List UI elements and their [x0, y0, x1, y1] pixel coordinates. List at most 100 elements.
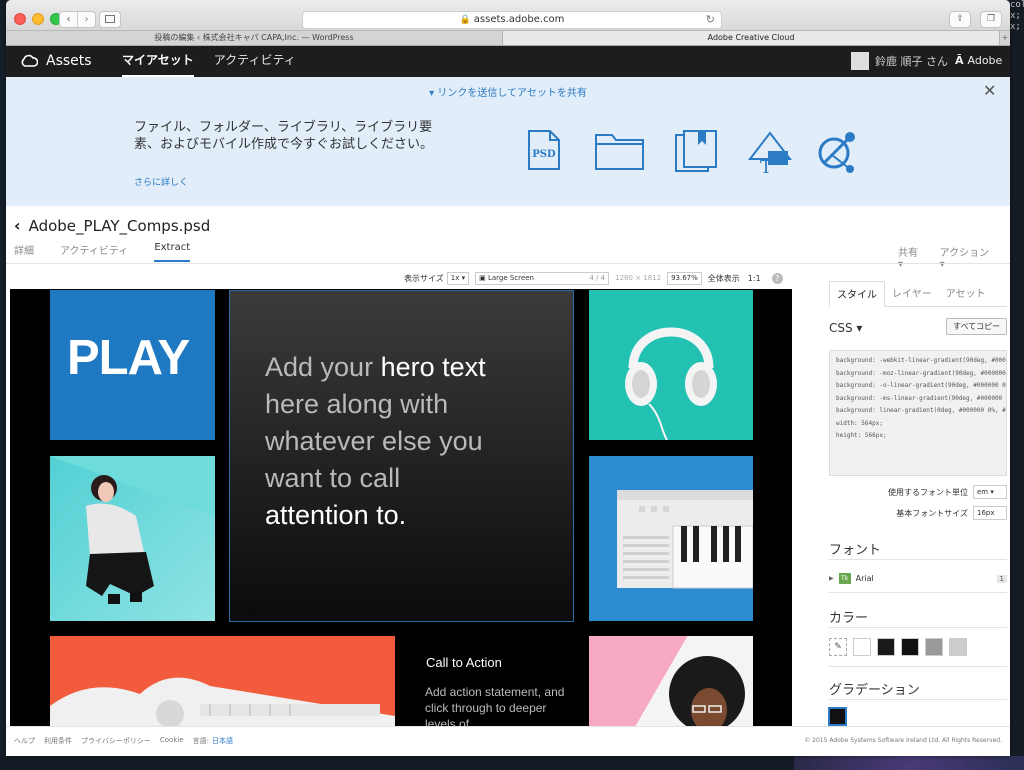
nav-my-assets[interactable]: マイアセット	[122, 46, 194, 77]
new-tab-icon[interactable]: +	[1000, 31, 1010, 45]
show-tabs-icon[interactable]: ❐	[980, 11, 1002, 28]
fonts-heading: フォント	[829, 543, 882, 558]
actual-size-button[interactable]: 1:1	[748, 274, 761, 283]
app-logo[interactable]: Assets	[20, 53, 92, 69]
person-photo	[669, 656, 745, 726]
scale-select[interactable]: 1x ▾	[446, 271, 470, 285]
actions-menu[interactable]: アクション ▾	[940, 244, 996, 270]
color-swatch[interactable]	[853, 638, 871, 656]
color-swatches: ✎	[829, 638, 973, 656]
hero-text: Add your hero text here along with whate…	[265, 349, 565, 534]
keyboard-card[interactable]	[589, 456, 754, 621]
help-link[interactable]: ヘルプ	[14, 736, 35, 746]
promo-banner: ▾ リンクを送信してアセットを共有 ✕ ファイル、フォルダー、ライブラリ、ライブ…	[6, 77, 1010, 206]
scale-value: 1x	[450, 273, 460, 282]
cta-card[interactable]: Call to Action Add action statement, and…	[410, 636, 574, 726]
tab-creative-cloud[interactable]: Adobe Creative Cloud	[503, 31, 1000, 45]
folder-icon	[595, 134, 644, 170]
css-code-box[interactable]: background: -webkit-linear-gradient(90de…	[829, 350, 1007, 476]
color-swatch[interactable]	[877, 638, 895, 656]
share-menu[interactable]: 共有 ▾	[898, 244, 926, 270]
base-size-input[interactable]: 16px	[973, 506, 1007, 520]
file-header: ‹ Adobe_PLAY_Comps.psd	[14, 216, 210, 235]
color-swatch[interactable]	[925, 638, 943, 656]
copy-all-button[interactable]: すべてコピー	[946, 318, 1008, 335]
extract-toolbar: 表示サイズ 1x ▾ ▣ Large Screen 4 / 4 1280 × 1…	[404, 271, 783, 285]
font-item[interactable]: ▶ Tk Arial 1	[829, 573, 1007, 584]
privacy-link[interactable]: プライバシーポリシー	[81, 736, 151, 746]
terms-link[interactable]: 利用条件	[44, 736, 72, 746]
gradient-swatch[interactable]	[828, 707, 847, 726]
css-line: width: 564px;	[836, 419, 883, 427]
hero-card[interactable]: Add your hero text here along with whate…	[229, 290, 574, 622]
address-bar[interactable]: 🔒 assets.adobe.com ↻	[302, 11, 722, 29]
tab-details[interactable]: 詳細	[14, 242, 34, 262]
tab-wordpress[interactable]: 投稿の編集 ‹ 株式会社キャパ CAPA,Inc. — WordPress	[6, 31, 503, 45]
adobe-logo-icon: Ā	[955, 54, 964, 67]
tab-style[interactable]: スタイル	[829, 281, 885, 307]
typekit-icon: Tk	[838, 573, 851, 584]
forward-icon[interactable]: ›	[78, 12, 95, 27]
psd-file-icon: PSD	[528, 130, 560, 170]
css-line: background: -o-linear-gradient(90deg, #0…	[836, 382, 1006, 389]
promo-message: ファイル、フォルダー、ライブラリ、ライブラリ要素、およびモバイル作成で今すぐお試…	[134, 120, 434, 152]
artboard-name: Large Screen	[487, 273, 534, 282]
mobile-creation-icon	[818, 132, 855, 173]
window-close-button[interactable]	[14, 13, 26, 25]
font-unit-select[interactable]: em ▾	[973, 485, 1007, 499]
tab-activity[interactable]: アクティビティ	[60, 242, 128, 262]
font-name: Arial	[855, 574, 874, 583]
adobe-link[interactable]: Ā Adobe	[955, 54, 1002, 67]
file-title: Adobe_PLAY_Comps.psd	[28, 216, 211, 235]
divider	[6, 263, 1010, 264]
css-format-select[interactable]: CSS ▾	[829, 321, 862, 335]
share-icon[interactable]: ⇪	[949, 11, 971, 28]
share-link[interactable]: ▾ リンクを送信してアセットを共有	[6, 84, 1010, 99]
panel-tabs: スタイル レイヤー アセット	[829, 281, 1007, 307]
divider	[829, 592, 1007, 593]
nav-activity[interactable]: アクティビティ	[214, 46, 296, 77]
guitar-card[interactable]	[50, 636, 395, 726]
desktop-code-snippet: color: #999999; x; x;	[1010, 0, 1024, 32]
headphones-card[interactable]	[589, 290, 753, 441]
reload-icon[interactable]: ↻	[706, 12, 715, 28]
portrait-card[interactable]	[50, 456, 215, 621]
user-name: 鈴鹿 順子 さん	[875, 55, 948, 68]
tab-assets[interactable]: アセット	[939, 281, 993, 306]
tab-extract[interactable]: Extract	[154, 242, 191, 262]
font-unit-row: 使用するフォント単位 em ▾	[856, 485, 1007, 499]
help-icon[interactable]: ?	[771, 272, 783, 284]
back-icon[interactable]: ‹	[60, 12, 78, 27]
play-logo-card[interactable]: PLAY	[50, 290, 215, 440]
colors-heading: カラー	[829, 611, 869, 626]
play-text: PLAY	[67, 331, 190, 385]
person-card[interactable]	[589, 636, 753, 726]
expand-icon[interactable]: ▶	[829, 575, 834, 582]
desktop-wallpaper	[794, 756, 1024, 770]
zoom-field[interactable]: 93.67%	[667, 271, 702, 285]
fit-all-button[interactable]: 全体表示	[708, 273, 740, 284]
back-chevron-icon[interactable]: ‹	[14, 216, 21, 235]
avatar	[851, 52, 869, 70]
app-header: Assets マイアセット アクティビティ 鈴鹿 順子 さん Ā Adobe	[6, 46, 1010, 77]
color-swatch[interactable]	[949, 638, 967, 656]
svg-text:T: T	[760, 157, 772, 175]
language-link[interactable]: 日本語	[212, 736, 233, 746]
browser-window: ‹ › 🔒 assets.adobe.com ↻ ⇪ ❐ 投稿の編集 ‹ 株式会社…	[6, 0, 1010, 756]
eyedropper-icon[interactable]: ✎	[829, 638, 847, 656]
learn-more-link[interactable]: さらに詳しく	[134, 175, 188, 188]
sidebar-toggle-button[interactable]	[99, 11, 121, 28]
close-icon[interactable]: ✕	[983, 81, 996, 100]
guitar-image	[50, 677, 395, 726]
psd-canvas[interactable]: PLAY Add your hero text here along with …	[10, 289, 792, 726]
user-menu[interactable]: 鈴鹿 順子 さん	[851, 52, 948, 70]
file-tabs: 詳細 アクティビティ Extract	[14, 242, 216, 262]
color-swatch[interactable]	[901, 638, 919, 656]
hero-dim-text: want to call	[265, 463, 401, 493]
tab-layers[interactable]: レイヤー	[885, 281, 939, 306]
divider	[829, 699, 1007, 700]
divider	[829, 666, 1007, 667]
cookie-link[interactable]: Cookie	[160, 736, 184, 746]
artboard-select[interactable]: ▣ Large Screen 4 / 4	[475, 271, 610, 285]
window-minimize-button[interactable]	[32, 13, 44, 25]
